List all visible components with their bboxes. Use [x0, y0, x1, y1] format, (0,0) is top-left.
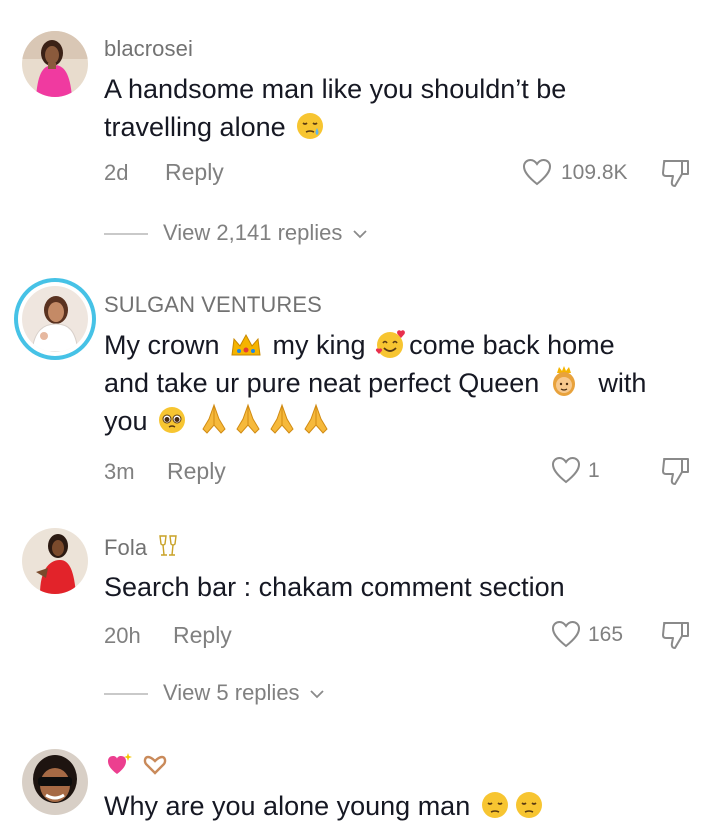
- view-replies-label: View 2,141 replies: [163, 220, 343, 245]
- thumbs-down-icon[interactable]: [660, 619, 692, 651]
- clinking-glasses-icon: [159, 535, 178, 556]
- reply-button[interactable]: Reply: [173, 622, 232, 649]
- like-count: 109.8K: [561, 161, 628, 184]
- heart-hands-icon: [143, 755, 167, 775]
- comment-text-line: A handsome man like you shouldn’t be: [104, 74, 567, 104]
- reply-button[interactable]: Reply: [167, 458, 226, 485]
- avatar[interactable]: [22, 528, 88, 594]
- like-count: 1: [588, 459, 600, 482]
- pensive-face-icon: [481, 792, 508, 818]
- folded-hands-icon: [269, 403, 294, 434]
- comment-text: My crown my king come back home and take…: [104, 326, 704, 440]
- comment-item: Why are you alone young man: [0, 735, 720, 840]
- comment-text: Search bar : chakam comment section: [104, 572, 565, 602]
- thumbs-down-icon[interactable]: [660, 455, 692, 487]
- divider: [104, 693, 148, 695]
- avatar[interactable]: [22, 31, 88, 97]
- comment-text: A handsome man like you shouldn’t be tra…: [104, 70, 704, 146]
- pensive-face-icon: [515, 792, 542, 818]
- princess-icon: [552, 366, 575, 396]
- comment-text-segment: you: [104, 406, 148, 436]
- crown-icon: [231, 333, 261, 356]
- heart-outline-icon[interactable]: [522, 158, 552, 186]
- heart-outline-icon[interactable]: [551, 456, 581, 484]
- comment-username[interactable]: SULGAN VENTURES: [104, 292, 322, 318]
- comment-item: blacrosei A handsome man like you should…: [0, 0, 720, 260]
- smiling-face-with-hearts-icon: [375, 330, 405, 358]
- folded-hands-icon: [201, 403, 226, 434]
- view-replies-link[interactable]: View 5 replies: [163, 680, 324, 706]
- comment-text-segment: Why are you alone young man: [104, 791, 471, 821]
- comment-text-segment: my king: [272, 330, 366, 360]
- pleading-face-icon: [159, 407, 186, 433]
- reply-button[interactable]: Reply: [165, 159, 224, 186]
- comment-text-line: travelling alone: [104, 112, 286, 142]
- folded-hands-icon: [235, 403, 260, 434]
- comment-time: 20h: [104, 623, 141, 648]
- like-count: 165: [588, 623, 624, 646]
- comment-text-segment: with: [598, 368, 647, 398]
- folded-hands-icon: [303, 403, 328, 434]
- sleepy-face-icon: [297, 113, 324, 139]
- heart-outline-icon[interactable]: [551, 620, 581, 648]
- sparkling-heart-icon: [108, 753, 132, 774]
- comment-time: 3m: [104, 459, 135, 484]
- chevron-down-icon: [310, 690, 324, 699]
- comment-username[interactable]: blacrosei: [104, 36, 193, 62]
- chevron-down-icon: [352, 230, 367, 239]
- comment-text-segment: come back home: [409, 330, 615, 360]
- avatar[interactable]: [22, 749, 88, 815]
- comment-item: Fola Search bar : chakam comment section…: [0, 520, 720, 720]
- comment-text-segment: My crown: [104, 330, 220, 360]
- comment-item: SULGAN VENTURES My crown my king come ba…: [0, 270, 720, 510]
- thumbs-down-icon[interactable]: [660, 157, 692, 189]
- comment-username[interactable]: Fola: [104, 533, 183, 561]
- avatar[interactable]: [14, 278, 96, 360]
- username-label: Fola: [104, 535, 148, 560]
- comment-time: 2d: [104, 160, 129, 185]
- comment-text: Why are you alone young man: [104, 787, 704, 825]
- divider: [104, 233, 148, 235]
- comment-username[interactable]: [104, 751, 170, 779]
- view-replies-link[interactable]: View 2,141 replies: [163, 220, 367, 246]
- view-replies-label: View 5 replies: [163, 680, 300, 705]
- comment-text-segment: and take ur pure neat perfect Queen: [104, 368, 540, 398]
